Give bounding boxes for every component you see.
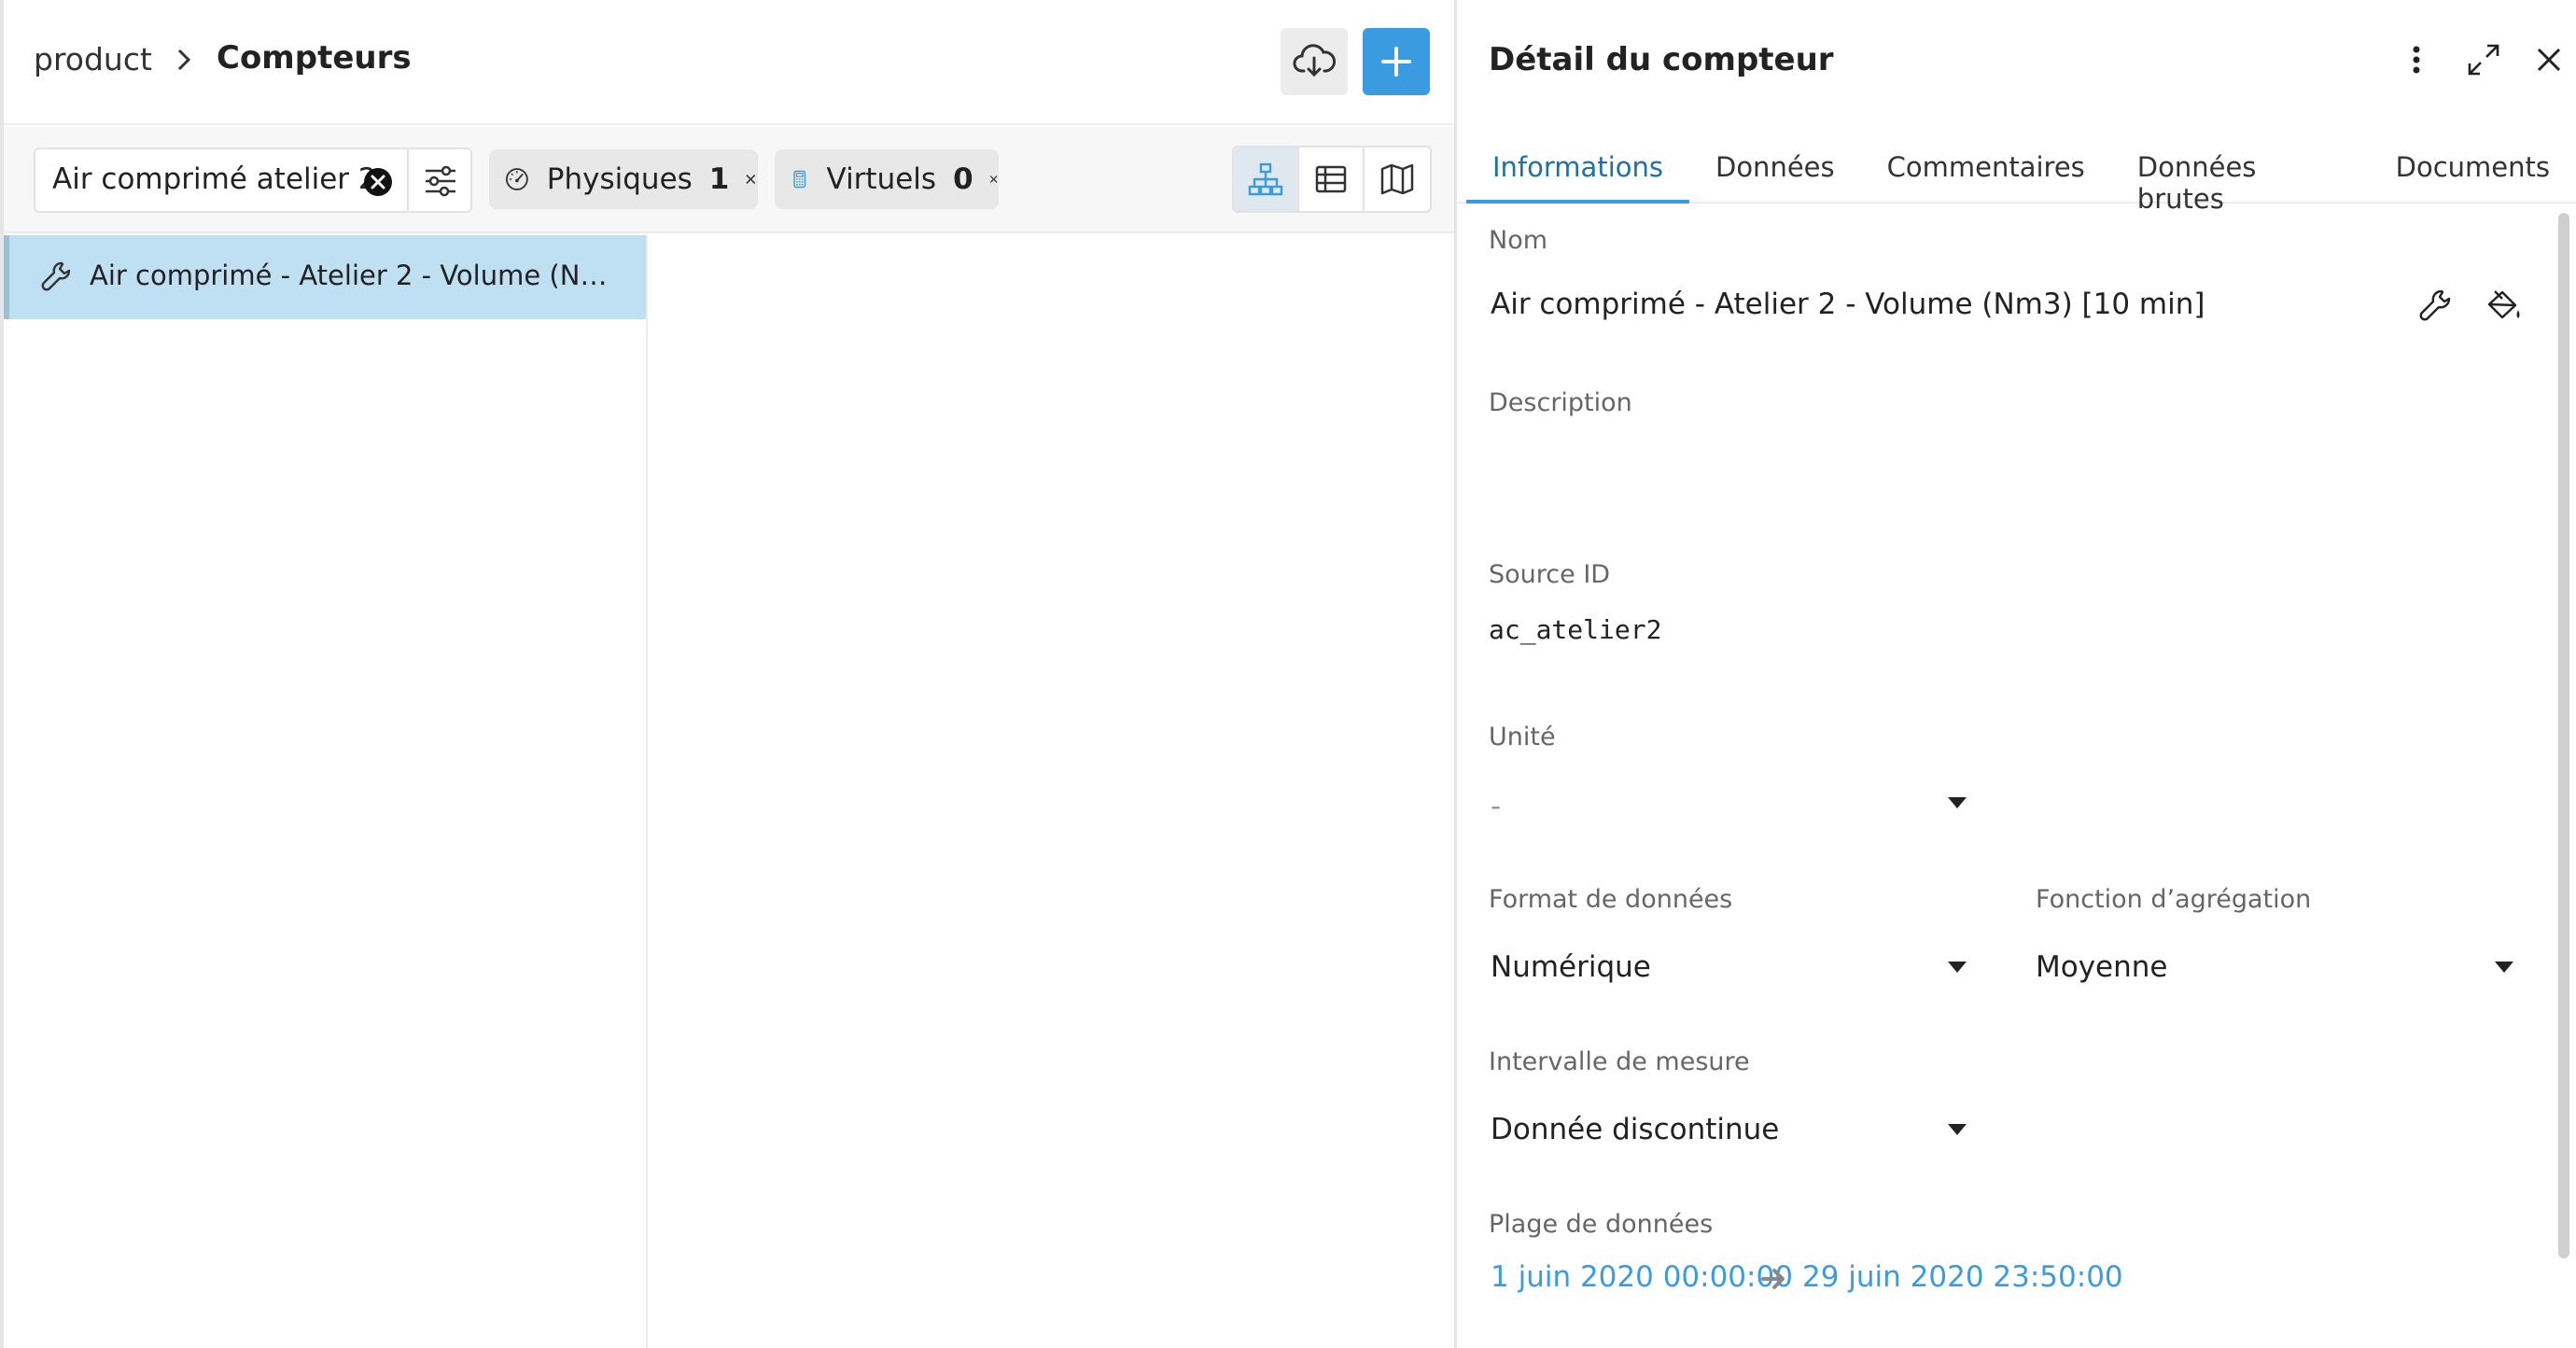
chip-virtuels[interactable]: Virtuels 0 [775,149,999,209]
range-label: Plage de données [1489,1210,1714,1239]
wrench-icon[interactable] [2416,288,2454,325]
tab-donnees-brutes[interactable]: Données brutes [2111,142,2370,215]
format-caret-down-icon[interactable] [1948,962,1967,973]
page-title: Compteurs [217,39,412,77]
unite-caret-down-icon[interactable] [1948,797,1967,808]
map-view-button[interactable] [1365,147,1430,211]
clear-search-icon[interactable] [362,166,394,198]
meter-detail-panel: Détail du compteur Informations Données … [1454,0,2576,1348]
nom-value[interactable]: Air comprimé - Atelier 2 - Volume (Nm3) … [1491,288,2205,321]
search-input[interactable]: Air comprimé atelier 2 [34,147,472,213]
filter-bar: Air comprimé atelier 2 Physiques 1 Virtu… [4,127,1458,233]
remove-chip-icon[interactable] [744,170,758,189]
meters-list-pane: product Compteurs Air comprimé atelier 2… [0,0,1458,1348]
range-end-link[interactable]: 29 juin 2020 23:50:00 [1802,1260,2123,1294]
more-vertical-icon[interactable] [2398,41,2435,78]
tab-donnees[interactable]: Données [1689,142,1861,204]
aggregation-select[interactable]: Moyenne [2036,950,2168,984]
table-view-button[interactable] [1299,147,1365,211]
view-switch [1232,146,1432,213]
panel-title: Détail du compteur [1489,41,1834,78]
add-meter-button[interactable] [1363,28,1430,95]
table-view-icon [1315,165,1347,193]
paint-bucket-icon[interactable] [2484,288,2523,325]
description-label: Description [1489,388,1632,417]
tree-view-icon [1248,162,1283,196]
detail-tabs: Informations Données Commentaires Donnée… [1466,142,2576,215]
unite-select[interactable]: - [1491,790,1501,823]
top-bar: product Compteurs [4,0,1458,125]
unite-label: Unité [1489,723,1556,751]
gauge-icon [506,168,528,190]
source-id-label: Source ID [1489,560,1611,589]
source-id-value[interactable]: ac_atelier2 [1489,614,1661,645]
calculator-icon [793,170,806,189]
chevron-right-icon [177,49,191,71]
breadcrumb-root[interactable]: product [34,41,152,77]
map-view-icon [1380,163,1414,195]
format-select[interactable]: Numérique [1491,950,1651,984]
meter-tree: Air comprimé - Atelier 2 - Volume (Nm3) … [4,235,648,1348]
tab-documents[interactable]: Documents [2370,142,2576,204]
interval-select[interactable]: Donnée discontinue [1491,1113,1779,1146]
filter-settings-icon[interactable] [422,162,459,200]
range-start-link[interactable]: 1 juin 2020 00:00:00 [1491,1260,1793,1294]
tree-item-label: Air comprimé - Atelier 2 - Volume (Nm3) … [90,260,631,291]
chip-label: Physiques [546,162,693,196]
nom-label: Nom [1489,226,1548,255]
tree-item-selected[interactable]: Air comprimé - Atelier 2 - Volume (Nm3) … [4,235,646,319]
download-button[interactable] [1281,28,1348,95]
tab-informations[interactable]: Informations [1466,142,1689,204]
close-icon[interactable] [2530,41,2568,78]
format-label: Format de données [1489,885,1733,914]
app: product Compteurs Air comprimé atelier 2… [0,0,2576,1348]
chip-physiques[interactable]: Physiques 1 [489,149,758,209]
tree-view-button[interactable] [1234,147,1299,211]
chip-count: 0 [953,162,973,196]
tab-commentaires[interactable]: Commentaires [1861,142,2111,204]
chip-label: Virtuels [826,162,937,196]
wrench-icon [41,261,71,291]
aggregation-label: Fonction d’agrégation [2036,885,2312,914]
cloud-download-icon [1293,44,1336,77]
plus-icon [1381,47,1411,77]
arrow-right-icon [1761,1269,1785,1289]
interval-caret-down-icon[interactable] [1948,1124,1967,1135]
chip-count: 1 [708,162,730,196]
expand-icon[interactable] [2465,41,2502,78]
interval-label: Intervalle de mesure [1489,1047,1750,1076]
remove-chip-icon[interactable] [988,170,999,189]
divider [407,149,409,211]
scrollbar[interactable] [2558,213,2569,1258]
aggregation-caret-down-icon[interactable] [2495,962,2513,973]
search-value[interactable]: Air comprimé atelier 2 [52,162,377,196]
